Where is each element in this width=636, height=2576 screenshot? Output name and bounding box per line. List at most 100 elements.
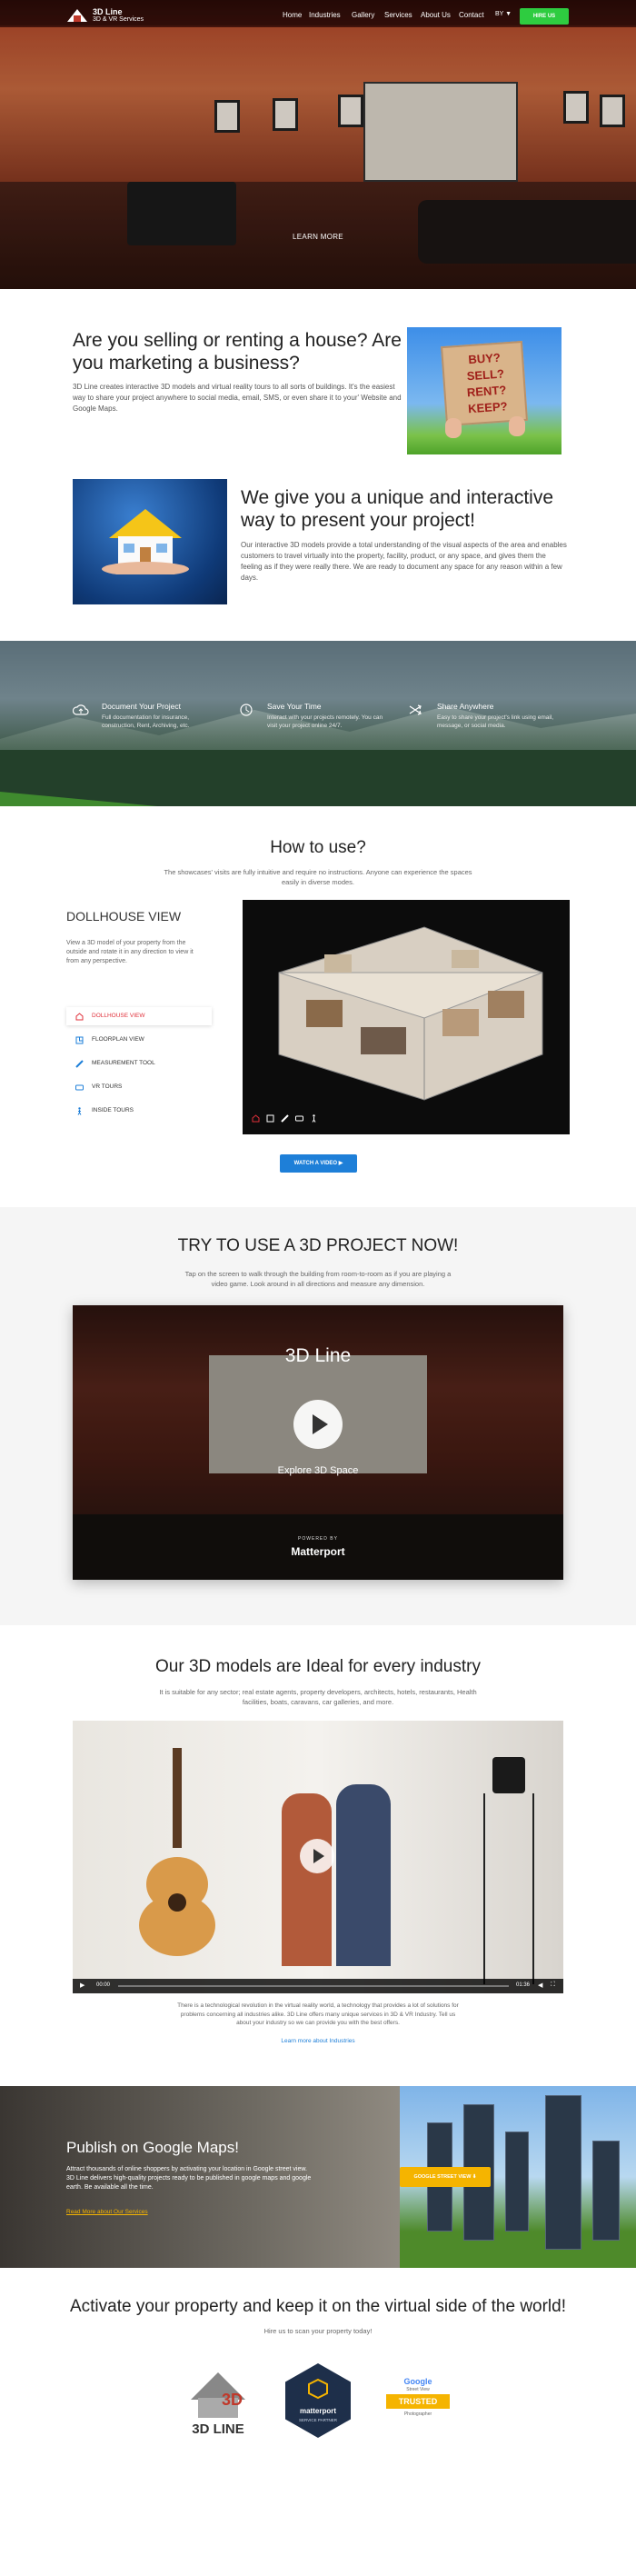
3d-line-house-icon: 3D: [191, 2372, 245, 2418]
matterport-partner-badge: matterport SERVICE PARTNER: [283, 2363, 353, 2443]
brand-name: 3D Line: [93, 7, 123, 16]
view-mode-text: View a 3D model of your property from th…: [66, 940, 194, 964]
dollhouse-illustration: [278, 926, 543, 1101]
nav-home[interactable]: Home: [283, 11, 302, 19]
menu-measurement-tool[interactable]: MEASUREMENT TOOL: [66, 1054, 212, 1073]
play-icon[interactable]: ▶: [80, 1982, 84, 1989]
how-to-use-subtitle: The showcases' visits are fully intuitiv…: [164, 868, 472, 886]
try-title: TRY TO USE A 3D PROJECT NOW!: [177, 1236, 459, 1255]
menu-vr-tours[interactable]: VR TOURS: [66, 1078, 212, 1096]
matterport-hex: [285, 2363, 351, 2438]
brand-logo[interactable]: 3D Line 3D & VR Services: [65, 5, 156, 27]
feature-title: Save Your Time: [267, 702, 322, 711]
industries-link[interactable]: Learn more about Industries: [0, 2038, 636, 2044]
camera-shape: [492, 1757, 525, 1793]
matterport-cube-icon: [308, 2378, 328, 2400]
explore-3d-label: Explore 3D Space: [277, 1465, 359, 1476]
google-label: Google: [403, 2377, 432, 2386]
watch-video-button[interactable]: WATCH A VIDEO ▶: [280, 1154, 357, 1173]
video-progress-track[interactable]: [118, 1985, 509, 1987]
menu-floorplan-view[interactable]: FLOORPLAN VIEW: [66, 1031, 212, 1049]
hand-shape: [509, 416, 525, 436]
google-maps-text: Attract thousands of online shoppers by …: [66, 2166, 312, 2191]
video-play-button[interactable]: [300, 1839, 334, 1873]
menu-label: VR TOURS: [92, 1083, 123, 1090]
hire-us-button[interactable]: HIRE US: [520, 8, 569, 25]
unique-title: We give you a unique and interactive way…: [241, 487, 553, 531]
menu-inside-tours[interactable]: INSIDE TOURS: [66, 1102, 212, 1120]
google-street-view-button[interactable]: GOOGLE STREET VIEW ⬇: [400, 2167, 491, 2187]
dollhouse-icon[interactable]: [252, 1114, 260, 1123]
building-shape: [592, 2141, 620, 2241]
video-current-time: 00:00: [96, 1982, 111, 1988]
unique-text: Our interactive 3D models provide a tota…: [241, 541, 567, 582]
powered-by-label: POWERED BY: [298, 1536, 338, 1542]
feature-title: Document Your Project: [102, 702, 181, 711]
person-shape: [336, 1784, 391, 1966]
trusted-label: TRUSTED: [386, 2394, 450, 2409]
person-shape: [282, 1793, 332, 1966]
hero-banner: LEARN MORE: [0, 0, 636, 289]
street-view-label: Street View: [406, 2387, 430, 2392]
photographer-label: Photographer: [403, 2411, 432, 2417]
language-selector[interactable]: BY ▼: [495, 11, 512, 17]
nav-industries[interactable]: Industries: [309, 11, 341, 19]
ruler-icon[interactable]: [281, 1114, 289, 1123]
matterport-logo: Matterport: [291, 1545, 345, 1558]
nav-services[interactable]: Services: [384, 11, 412, 19]
play-icon: [313, 1414, 328, 1434]
try-subtitle: Tap on the screen to walk through the bu…: [184, 1270, 452, 1288]
walking-person-icon: [77, 1107, 82, 1115]
feature-text: Full documentation for insurance, constr…: [102, 714, 190, 729]
brand-mark-icon: [67, 9, 87, 22]
nav-gallery[interactable]: Gallery: [352, 11, 374, 19]
menu-label: INSIDE TOURS: [92, 1107, 134, 1113]
volume-icon[interactable]: ◀: [538, 1982, 542, 1989]
sign-line: RENT?: [466, 383, 507, 400]
nav-contact[interactable]: Contact: [459, 11, 484, 19]
ruler-icon: [75, 1060, 84, 1068]
hero-shade: [0, 0, 636, 289]
google-trusted-badge: Google Street View TRUSTED Photographer: [377, 2377, 459, 2422]
brand-tagline: 3D & VR Services: [93, 16, 144, 23]
matterport-badge-sub: SERVICE PARTNER: [298, 2418, 337, 2422]
sign-line: SELL?: [466, 366, 505, 384]
menu-label: MEASUREMENT TOOL: [92, 1060, 155, 1066]
3d-line-logo: 3D 3D LINE: [182, 2363, 254, 2438]
feature-text: Interact with your projects remotely. Yo…: [267, 714, 383, 729]
vr-headset-icon: [75, 1084, 84, 1091]
cloud-upload-icon: [73, 704, 89, 715]
menu-label: DOLLHOUSE VIEW: [92, 1013, 145, 1019]
tour-play-button[interactable]: [293, 1400, 343, 1449]
floorplan-icon[interactable]: [266, 1114, 274, 1123]
matterport-tour-embed[interactable]: 3D Line Explore 3D Space POWERED BY Matt…: [73, 1305, 563, 1580]
guitar-illustration: [139, 1748, 215, 1956]
tripod-shape: [483, 1793, 534, 1984]
feature-text: Easy to share your project's link using …: [437, 714, 554, 729]
vr-headset-icon[interactable]: [295, 1114, 303, 1123]
feature-title: Share Anywhere: [437, 702, 494, 711]
how-to-use-title: How to use?: [270, 838, 366, 857]
sign-board: BUY? SELL? RENT? KEEP?: [441, 340, 528, 427]
walking-person-icon[interactable]: [310, 1114, 318, 1123]
buy-sell-sign-image: BUY? SELL? RENT? KEEP?: [407, 327, 561, 454]
svg-text:3D: 3D: [222, 2391, 243, 2409]
menu-dollhouse-view[interactable]: DOLLHOUSE VIEW: [66, 1007, 212, 1025]
house-icon: [102, 509, 189, 574]
share-icon: [409, 704, 422, 715]
view-mode-title: DOLLHOUSE VIEW: [66, 909, 182, 924]
nav-about-us[interactable]: About Us: [421, 11, 451, 19]
services-link[interactable]: Read More about Our Services: [66, 2209, 148, 2215]
sign-line: BUY?: [467, 350, 502, 367]
intro-text: 3D Line creates interactive 3D models an…: [73, 383, 402, 413]
video-controls[interactable]: ▶ 00:00 01:36 ◀ ⛶: [73, 1979, 563, 1993]
tour-title: 3D Line: [284, 1345, 352, 1366]
industry-video-player[interactable]: ▶ 00:00 01:36 ◀ ⛶: [73, 1721, 563, 1993]
learn-more-link[interactable]: LEARN MORE: [273, 233, 363, 245]
dollhouse-model-image[interactable]: [243, 900, 570, 1134]
fullscreen-icon[interactable]: ⛶: [551, 1982, 555, 1989]
industry-subtitle: It is suitable for any sector; real esta…: [159, 1688, 477, 1706]
top-navigation: 3D Line 3D & VR Services Home Industries…: [0, 0, 636, 33]
3d-line-logo-text: 3D LINE: [192, 2421, 244, 2437]
google-maps-title: Publish on Google Maps!: [66, 2139, 239, 2156]
